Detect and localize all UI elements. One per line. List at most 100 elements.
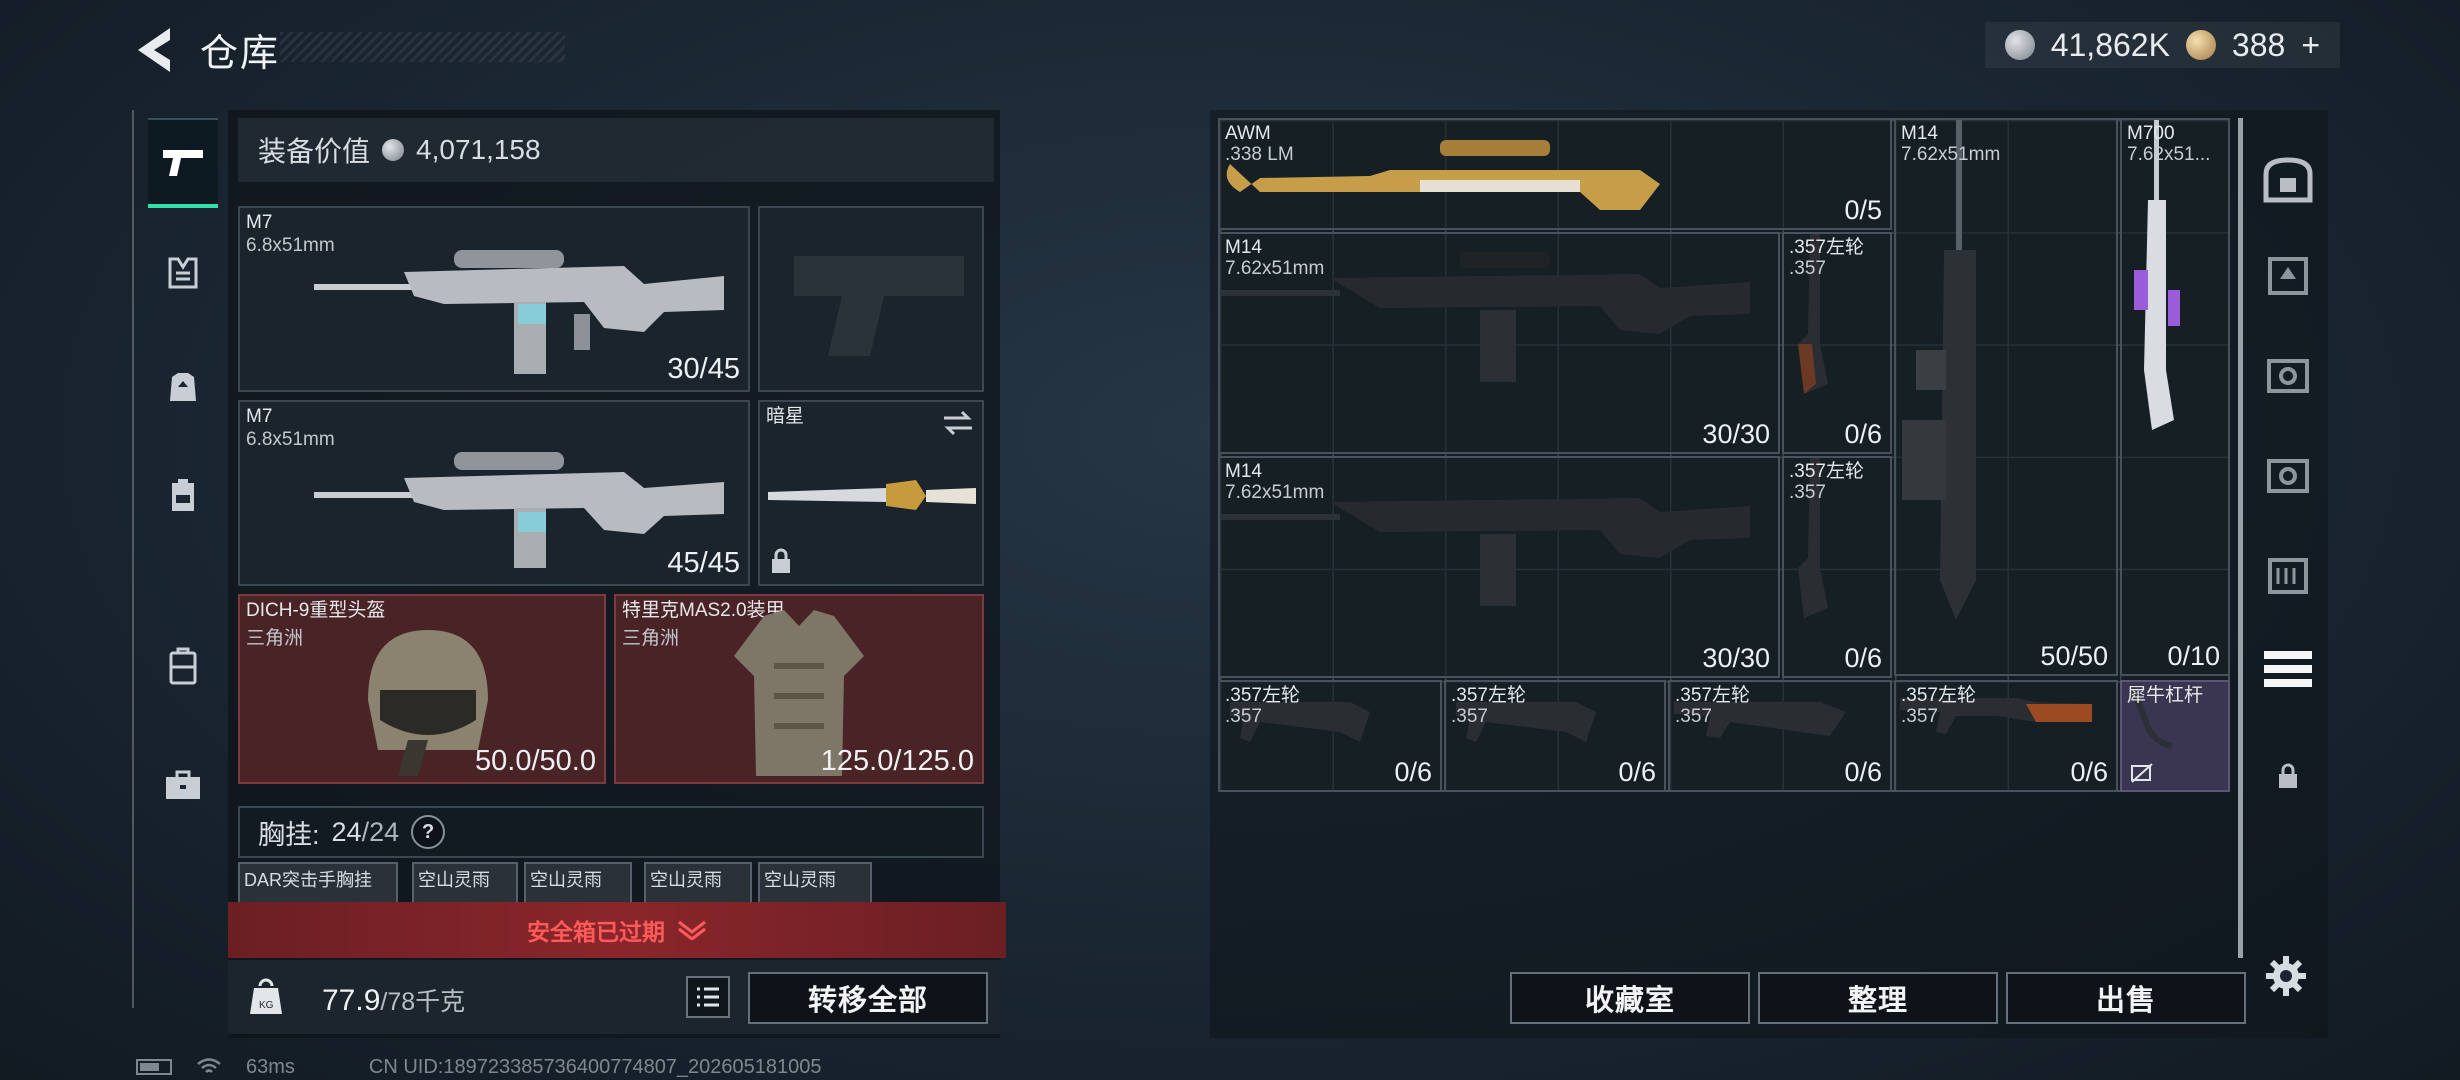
warehouse-item[interactable]: M700 7.62x51... 0/10: [2120, 118, 2230, 676]
armor-faction: 三角洲: [622, 628, 680, 649]
collection-room-button[interactable]: 收藏室: [1510, 972, 1750, 1024]
chest-rig-icon: [168, 257, 198, 289]
item-count: 0/5: [1844, 195, 1882, 225]
chest-rig-used: 24: [331, 816, 362, 847]
rail-rig-tab[interactable]: [148, 228, 218, 318]
pistol-silhouette-icon: [794, 256, 964, 356]
weight-icon: KG: [250, 978, 282, 1014]
help-button[interactable]: ?: [411, 815, 446, 849]
equipment-value-label: 装备价值: [258, 136, 371, 167]
item-name: 犀牛杠杆: [2127, 685, 2204, 706]
rail-locked-tab[interactable]: [2256, 738, 2320, 814]
rail-weapons-tab[interactable]: [148, 118, 218, 208]
item-name: .357左轮: [1675, 685, 1750, 706]
secondary-weapon-slot[interactable]: M7 6.8x51mm 45/45: [238, 400, 750, 586]
chest-item[interactable]: 空山灵雨: [412, 862, 518, 906]
rail-helmet-tab[interactable]: [148, 342, 218, 432]
item-count: 0/6: [1618, 757, 1656, 787]
swap-icon[interactable]: [942, 410, 974, 436]
add-gold-button[interactable]: +: [2301, 27, 2320, 64]
item-caliber: 7.62x51mm: [1225, 482, 1325, 503]
chest-item[interactable]: DAR突击手胸挂: [238, 862, 398, 906]
settings-button[interactable]: [2260, 950, 2312, 1002]
storage-box-icon: [2268, 257, 2308, 295]
rail-briefcase-tab[interactable]: [148, 740, 218, 830]
rail-ammo-storage-tab[interactable]: [2256, 534, 2320, 610]
rail-weapon-storage-tab[interactable]: [2256, 630, 2320, 706]
helmet-slot[interactable]: DICH-9重型头盔 三角洲 50.0/50.0: [238, 594, 606, 784]
rail-backpack-tab[interactable]: [148, 450, 218, 540]
item-caliber: .357: [1225, 706, 1262, 727]
safe-box-message: 安全箱已过期: [527, 919, 665, 945]
uid-text: CN UID:189723385736400774807_20260518100…: [368, 1055, 822, 1078]
vault-icon: [2263, 157, 2313, 203]
gear-icon: [2266, 956, 2306, 996]
melee-slot[interactable]: 暗星: [758, 400, 984, 586]
warehouse-item[interactable]: .357左轮 .357 0/6: [1668, 680, 1892, 792]
pistol-icon: [163, 150, 203, 176]
list-view-button[interactable]: [686, 976, 730, 1018]
warehouse-scrollbar[interactable]: [2238, 118, 2243, 958]
silver-coin-icon: [2004, 30, 2035, 60]
item-caliber: .338 LM: [1225, 144, 1294, 165]
item-caliber: .357: [1901, 706, 1938, 727]
rail-all-items-tab[interactable]: [2256, 142, 2320, 218]
warehouse-item[interactable]: AWM .338 LM 0/5: [1218, 118, 1892, 230]
max-weight: /78千克: [380, 988, 466, 1016]
item-name: .357左轮: [1451, 685, 1526, 706]
item-name: .357左轮: [1789, 461, 1864, 482]
parts-box-icon: [2267, 459, 2309, 493]
silver-coin-icon: [382, 139, 405, 161]
rifle-icon: [314, 250, 724, 374]
warehouse-item[interactable]: .357左轮 .357 0/6: [1444, 680, 1666, 792]
chest-item[interactable]: 空山灵雨: [758, 862, 872, 906]
chest-item[interactable]: 空山灵雨: [524, 862, 632, 906]
warehouse-item[interactable]: .357左轮 .357 0/6: [1894, 680, 2118, 792]
armor-slot[interactable]: 特里克MAS2.0装甲 三角洲 125.0/125.0: [614, 594, 984, 784]
warehouse-item[interactable]: .357左轮 .357 0/6: [1782, 232, 1892, 454]
wifi-icon: [197, 1058, 221, 1073]
warehouse-item[interactable]: 犀牛杠杆: [2120, 680, 2230, 792]
ammo-box-icon: [2268, 558, 2308, 594]
back-button[interactable]: [130, 22, 178, 78]
ammo-count: 30/45: [667, 353, 740, 385]
item-name: .357左轮: [1225, 685, 1300, 706]
warehouse-item[interactable]: .357左轮 .357 0/6: [1782, 456, 1892, 678]
armor-icon: [170, 373, 196, 401]
item-name: AWM: [1225, 123, 1271, 144]
item-count: 30/30: [1702, 419, 1770, 449]
ping-text: 63ms: [246, 1055, 295, 1078]
backpack-icon: [172, 479, 194, 511]
item-count: 0/6: [1394, 757, 1432, 787]
battery-icon: [136, 1059, 172, 1075]
safe-box-expired-banner[interactable]: 安全箱已过期: [228, 902, 1006, 958]
rail-gear-storage-tab[interactable]: [2256, 334, 2320, 410]
warehouse-item[interactable]: M14 7.62x51mm 50/50: [1894, 118, 2118, 676]
currency-display[interactable]: 41,862K 388 +: [1984, 22, 2340, 68]
silver-amount: 41,862K: [2050, 26, 2170, 63]
chest-rig-bar: 胸挂: 24/24 ?: [238, 806, 984, 858]
transfer-all-button[interactable]: 转移全部: [748, 972, 988, 1024]
equipment-category-rail: [132, 110, 224, 1008]
lock-icon: [2279, 763, 2297, 788]
rail-parts-storage-tab[interactable]: [2256, 434, 2320, 510]
briefcase-icon: [166, 770, 200, 799]
page-title: 仓库: [200, 33, 281, 75]
warehouse-item[interactable]: M14 7.62x51mm 30/30: [1218, 232, 1780, 454]
item-count: 0/6: [2070, 757, 2108, 787]
rail-armor-storage-tab[interactable]: [2256, 234, 2320, 310]
sell-button[interactable]: 出售: [2006, 972, 2246, 1024]
chevron-down-icon: [678, 920, 706, 940]
warehouse-item[interactable]: .357左轮 .357 0/6: [1218, 680, 1442, 792]
primary-weapon-slot[interactable]: M7 6.8x51mm 30/45: [238, 206, 750, 392]
item-caliber: .357: [1451, 706, 1488, 727]
chevron-left-icon: [138, 28, 170, 72]
sidearm-slot[interactable]: [758, 206, 984, 392]
list-icon: [697, 987, 719, 1007]
warehouse-item[interactable]: M14 7.62x51mm 30/30: [1218, 456, 1780, 678]
rail-case-tab[interactable]: [148, 622, 218, 712]
sort-button[interactable]: 整理: [1758, 972, 1998, 1024]
warehouse-category-rail: [2256, 118, 2320, 938]
chest-item[interactable]: 空山灵雨: [644, 862, 752, 906]
item-count: 0/10: [2167, 641, 2220, 671]
